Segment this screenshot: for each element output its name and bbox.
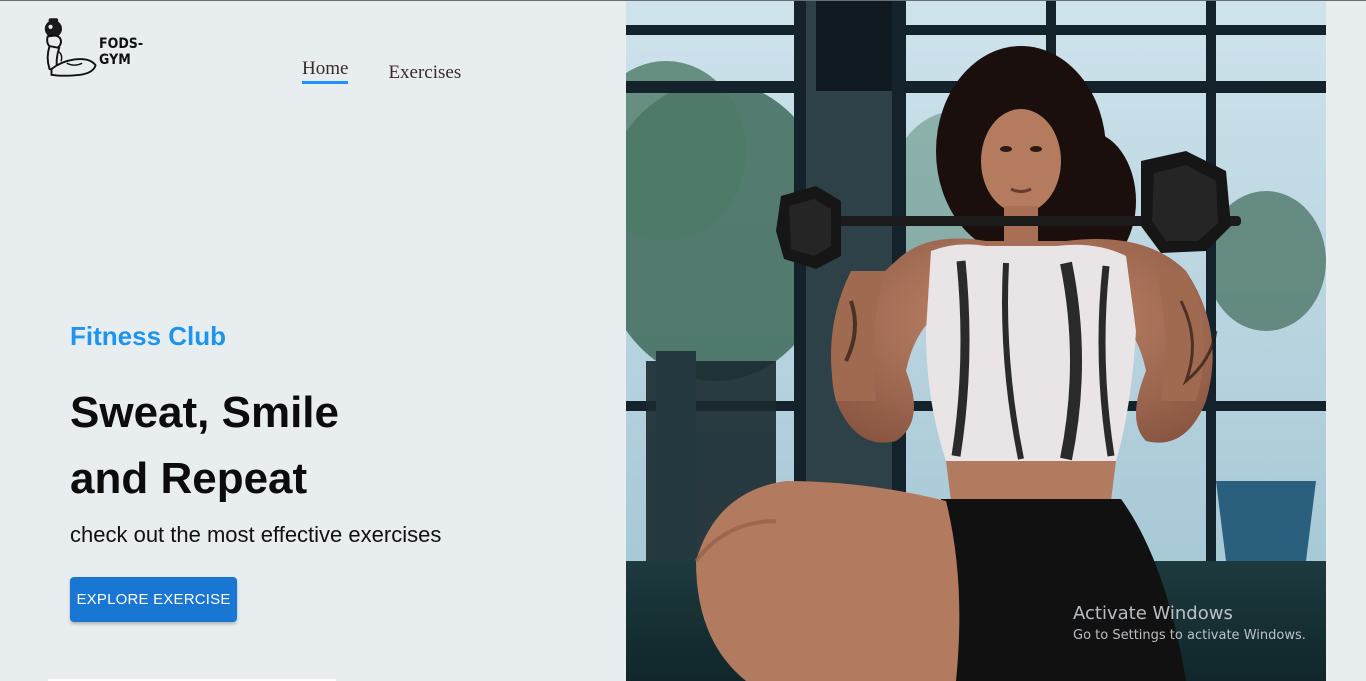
hero-subtitle: Fitness Club bbox=[70, 321, 227, 351]
nav-link-home[interactable]: Home bbox=[302, 58, 349, 84]
brand-logo[interactable]: FODS-GYM bbox=[40, 14, 180, 80]
hero-title-line-1: Sweat, Smile bbox=[70, 388, 340, 437]
explore-exercise-button[interactable]: EXPLORE EXERCISE bbox=[70, 577, 237, 622]
nav-link-exercises[interactable]: Exercises bbox=[388, 62, 461, 84]
flexing-arm-kettlebell-icon bbox=[44, 18, 97, 77]
hero-title: Sweat, Smile and Repeat bbox=[70, 380, 339, 512]
main-nav: Home Exercises bbox=[302, 58, 461, 84]
page: FODS-GYM Home Exercises Fitness Club Swe… bbox=[0, 0, 1366, 681]
hero-description: check out the most effective exercises bbox=[70, 522, 442, 547]
brand-name: FODS-GYM bbox=[99, 36, 144, 68]
hero-banner-image bbox=[626, 1, 1326, 681]
hero-title-line-2: and Repeat bbox=[70, 454, 308, 503]
gym-photo-illustration bbox=[626, 1, 1326, 681]
